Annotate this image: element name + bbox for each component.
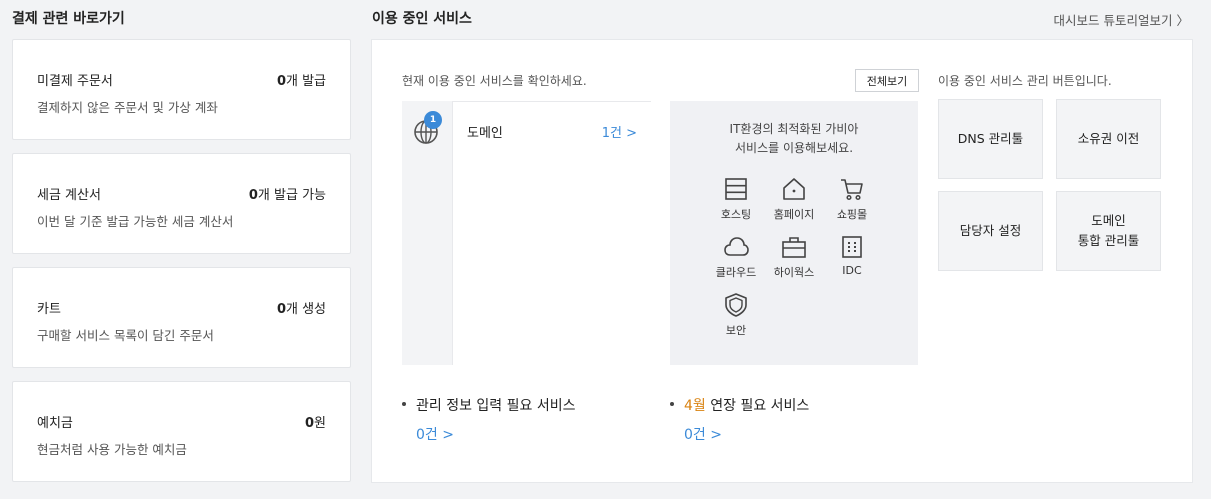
service-row-domain[interactable]: 도메인 1건 > — [452, 101, 651, 365]
promo-shopping-mall[interactable]: 쇼핑몰 — [822, 176, 882, 222]
promo-idc[interactable]: IDC — [822, 234, 882, 277]
shield-icon — [725, 293, 747, 317]
card-desc: 이번 달 기준 발급 가능한 세금 계산서 — [37, 214, 234, 229]
card-desc: 결제하지 않은 주문서 및 가상 계좌 — [37, 100, 218, 115]
card-title: 카트 — [37, 302, 61, 317]
ownership-transfer-button[interactable]: 소유권 이전 — [1056, 99, 1161, 179]
unpaid-orders-card[interactable]: 미결제 주문서 0개 발급 결제하지 않은 주문서 및 가상 계좌 — [12, 39, 351, 140]
contact-settings-button[interactable]: 담당자 설정 — [938, 191, 1043, 271]
renewal-count-link[interactable]: 0건 > — [684, 424, 722, 444]
cloud-icon — [724, 237, 749, 256]
briefcase-icon — [782, 237, 806, 258]
services-panel: 현재 이용 중인 서비스를 확인하세요. 전체보기 1 도메인 1건 > IT환… — [371, 39, 1193, 483]
card-desc: 구매할 서비스 목록이 담긴 주문서 — [37, 328, 214, 343]
promo-hosting[interactable]: 호스팅 — [706, 176, 766, 222]
server-icon — [725, 178, 747, 200]
card-title: 세금 계산서 — [37, 188, 101, 203]
cart-card[interactable]: 카트 0개 생성 구매할 서비스 목록이 담긴 주문서 — [12, 267, 351, 368]
promo-cloud[interactable]: 클라우드 — [706, 234, 766, 280]
building-icon — [842, 236, 862, 258]
promo-homepage[interactable]: 홈페이지 — [764, 176, 824, 222]
dns-manager-button[interactable]: DNS 관리툴 — [938, 99, 1043, 179]
card-value: 0원 — [304, 416, 326, 431]
card-value: 0개 발급 가능 — [248, 188, 326, 203]
service-promo: IT환경의 최적화된 가비아 서비스를 이용해보세요. 호스팅 홈페이지 쇼핑몰… — [670, 101, 918, 365]
service-list: 1 도메인 1건 > — [402, 101, 651, 365]
service-count-badge: 1 — [424, 111, 442, 129]
cart-icon — [841, 179, 863, 201]
required-info-label: 관리 정보 입력 필요 서비스 — [402, 395, 575, 415]
service-name: 도메인 — [467, 126, 503, 141]
renewal-label: 4월 연장 필요 서비스 — [670, 395, 809, 415]
payment-shortcuts-title: 결제 관련 바로가기 — [12, 11, 125, 27]
home-icon — [783, 178, 805, 200]
tutorial-link[interactable]: 대시보드 튜토리얼보기 〉 — [1054, 10, 1189, 29]
services-intro: 현재 이용 중인 서비스를 확인하세요. — [402, 74, 587, 88]
card-title: 예치금 — [37, 416, 73, 431]
promo-text: IT환경의 최적화된 가비아 서비스를 이용해보세요. — [729, 122, 859, 155]
services-title: 이용 중인 서비스 — [372, 11, 472, 27]
card-value: 0개 생성 — [276, 302, 326, 317]
card-value: 0개 발급 — [276, 74, 326, 89]
promo-hiworks[interactable]: 하이웍스 — [764, 234, 824, 280]
promo-security[interactable]: 보안 — [706, 292, 766, 338]
view-all-button[interactable]: 전체보기 — [855, 69, 919, 92]
service-count-link[interactable]: 1건 > — [602, 122, 637, 141]
management-intro: 이용 중인 서비스 관리 버튼입니다. — [938, 74, 1112, 88]
tax-invoice-card[interactable]: 세금 계산서 0개 발급 가능 이번 달 기준 발급 가능한 세금 계산서 — [12, 153, 351, 254]
card-title: 미결제 주문서 — [37, 74, 113, 89]
deposit-card[interactable]: 예치금 0원 현금처럼 사용 가능한 예치금 — [12, 381, 351, 482]
required-info-count-link[interactable]: 0건 > — [416, 424, 454, 444]
domain-integrated-manager-button[interactable]: 도메인 통합 관리툴 — [1056, 191, 1161, 271]
card-desc: 현금처럼 사용 가능한 예치금 — [37, 442, 187, 457]
